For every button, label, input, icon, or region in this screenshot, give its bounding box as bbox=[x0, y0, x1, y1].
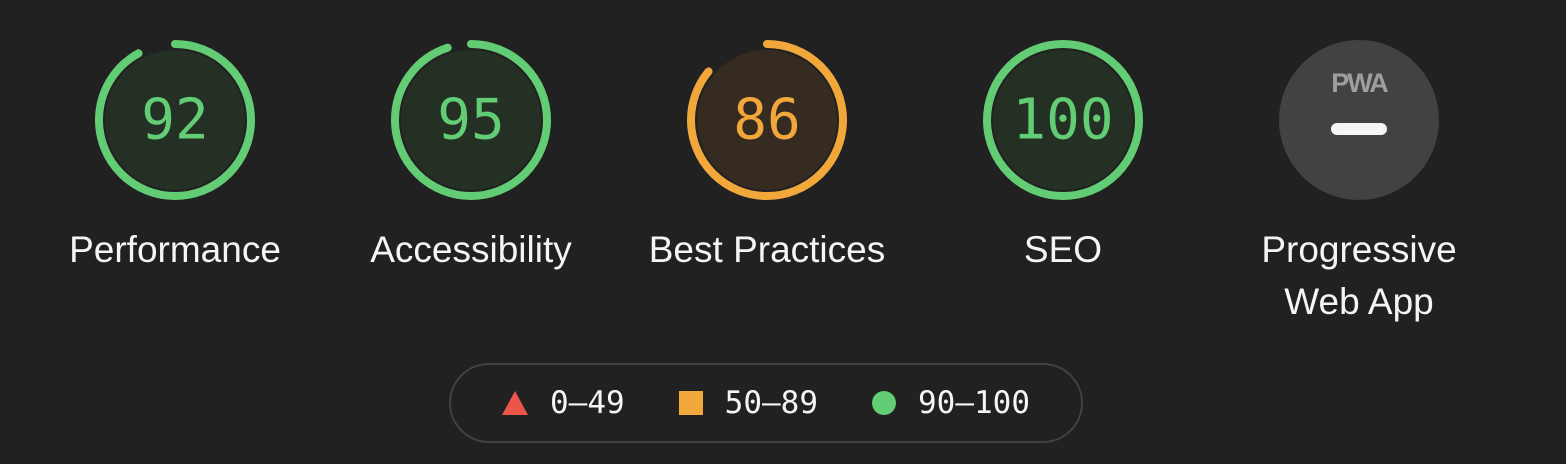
gauge-label: Accessibility bbox=[370, 229, 572, 270]
legend-item-average: 50–89 bbox=[678, 385, 818, 421]
gauge-performance[interactable]: 92 Performance bbox=[27, 38, 323, 276]
triangle-icon bbox=[502, 391, 529, 415]
square-icon bbox=[678, 391, 703, 415]
gauge-label: Progressive Web App bbox=[1261, 229, 1457, 322]
score-ring: 92 bbox=[95, 40, 255, 200]
score-value: 92 bbox=[141, 88, 208, 153]
gauge-label: SEO bbox=[1023, 229, 1103, 270]
legend-item-pass: 90–100 bbox=[872, 385, 1030, 421]
gauge-label: Performance bbox=[69, 229, 281, 270]
score-ring: 100 bbox=[983, 40, 1143, 200]
score-scale-legend: 0–49 50–89 90–100 bbox=[449, 363, 1083, 443]
na-dash-icon bbox=[1331, 123, 1387, 135]
score-value: 95 bbox=[437, 88, 504, 153]
gauge-accessibility[interactable]: 95 Accessibility bbox=[323, 38, 619, 276]
gauge-best-practices[interactable]: 86 Best Practices bbox=[619, 38, 915, 276]
pwa-badge-background bbox=[1279, 40, 1439, 200]
score-value: 86 bbox=[733, 88, 800, 153]
circle-icon bbox=[872, 391, 896, 415]
legend-range: 90–100 bbox=[918, 385, 1030, 421]
score-ring: 95 bbox=[391, 40, 551, 200]
gauge-seo[interactable]: 100 SEO bbox=[915, 38, 1211, 276]
score-value: 100 bbox=[1012, 88, 1113, 153]
legend-item-fail: 0–49 bbox=[502, 385, 625, 421]
legend-range: 0–49 bbox=[550, 385, 625, 421]
gauge-label: Best Practices bbox=[648, 229, 886, 270]
legend-range: 50–89 bbox=[724, 385, 818, 421]
pwa-badge: PWA bbox=[1279, 40, 1439, 200]
score-ring: 86 bbox=[687, 40, 847, 200]
pwa-logo-icon: PWA bbox=[1331, 68, 1388, 98]
gauge-pwa[interactable]: PWA Progressive Web App bbox=[1211, 38, 1507, 328]
score-gauges: 92 Performance 95 Accessibility 86 Best … bbox=[0, 38, 1566, 328]
